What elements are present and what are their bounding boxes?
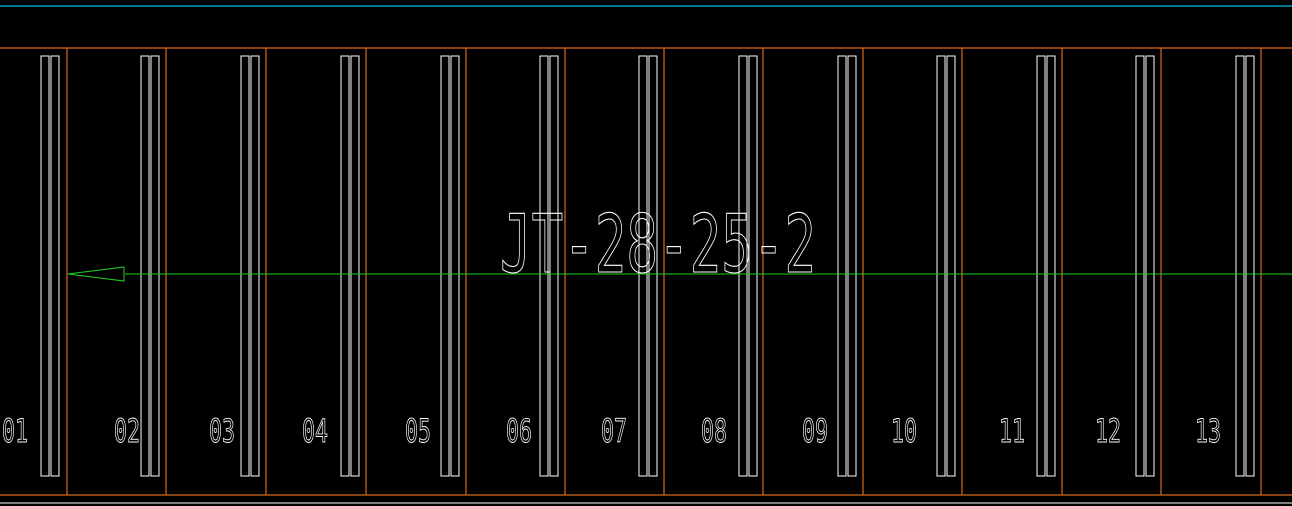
rebar-outline [1245, 55, 1255, 477]
bay-number-label: 03 [209, 412, 235, 450]
rebar-outline [40, 55, 50, 477]
rebar-outline [837, 55, 847, 477]
rebar-outline [1036, 55, 1046, 477]
bay-number-label: 07 [601, 412, 627, 450]
rebar-outline [1135, 55, 1145, 477]
cad-drawing-canvas: JT-28-25-2 01 02 03 04 05 06 07 08 09 10 11 12 13 [0, 0, 1292, 506]
bay-number-label: 11 [999, 412, 1025, 450]
rebar-outline [936, 55, 946, 477]
rebar-outline [240, 55, 250, 477]
bay-number-label: 04 [302, 412, 328, 450]
bay-number-label: 09 [802, 412, 828, 450]
rebar-outline [946, 55, 956, 477]
bay-number-label: 02 [114, 412, 140, 450]
rebar-outline [50, 55, 60, 477]
bay-number-label: 05 [405, 412, 431, 450]
rebar-outline [450, 55, 460, 477]
rebar-outline [847, 55, 857, 477]
rebar-outline [1235, 55, 1245, 477]
rebar-outline [150, 55, 160, 477]
rebar-outline [440, 55, 450, 477]
bay-number-label: 10 [891, 412, 917, 450]
direction-arrow-icon [67, 266, 125, 282]
rebar-outline [350, 55, 360, 477]
rebar-outline [340, 55, 350, 477]
drawing-label: JT-28-25-2 [500, 198, 816, 291]
bay-label-group: 01 02 03 04 05 06 07 08 09 10 11 12 13 [2, 412, 1222, 451]
bay-number-label: 12 [1095, 412, 1121, 450]
bay-number-label: 13 [1195, 412, 1221, 450]
rebar-outline [140, 55, 150, 477]
rebar-outline [1046, 55, 1056, 477]
bay-number-label: 06 [506, 412, 532, 450]
rebar-outline [1145, 55, 1155, 477]
bay-number-label: 01 [2, 412, 28, 450]
rebar-outline [250, 55, 260, 477]
bay-number-label: 08 [701, 412, 727, 450]
